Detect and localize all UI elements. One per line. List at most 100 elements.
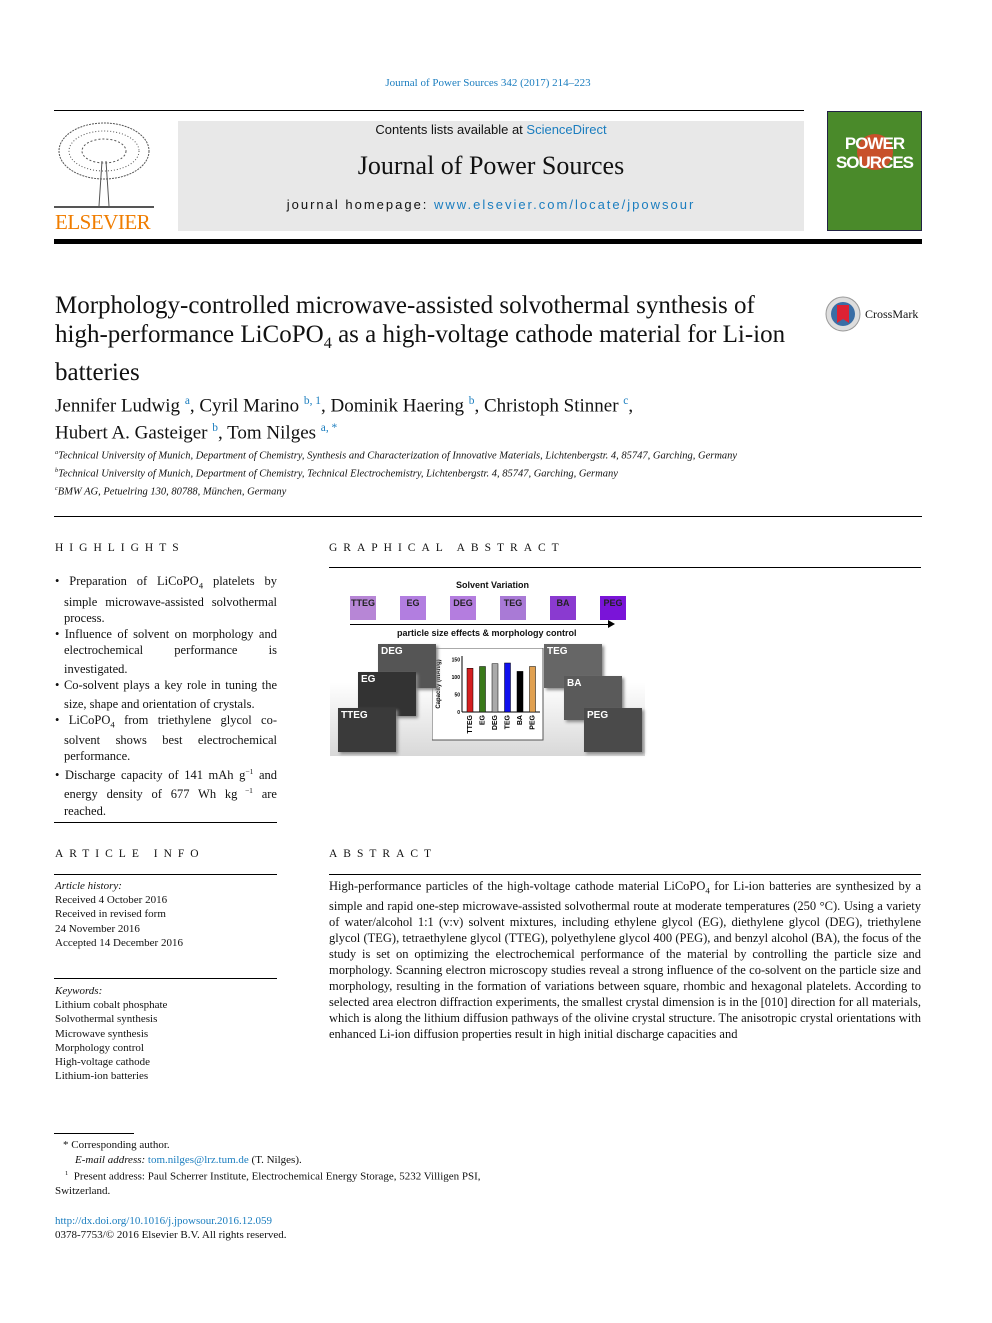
x-tick-label: TTEG xyxy=(467,714,474,733)
solvent-swatch-teg: TEG xyxy=(500,596,526,620)
author-affiliation-mark[interactable]: b xyxy=(212,422,218,434)
bar-teg xyxy=(504,662,511,713)
article-history: Article history: Received 4 October 2016 R… xyxy=(55,879,277,950)
bar-ba xyxy=(516,671,524,713)
divider xyxy=(54,1133,134,1134)
bar-eg xyxy=(479,666,486,713)
divider xyxy=(54,978,277,979)
highlight-item: Preparation of LiCoPO4 platelets by simp… xyxy=(55,573,277,626)
affiliations: aTechnical University of Munich, Departm… xyxy=(55,446,795,499)
affiliation: aTechnical University of Munich, Departm… xyxy=(55,446,795,464)
solvent-swatch-ba: BA xyxy=(550,596,576,620)
journal-banner: Contents lists available at ScienceDirec… xyxy=(178,121,804,231)
affiliation: cBMW AG, Petuelring 130, 80788, München,… xyxy=(55,482,795,500)
highlights-heading: HIGHLIGHTS xyxy=(55,542,185,554)
footnotes: * Corresponding author. E-mail address: … xyxy=(55,1138,485,1243)
journal-ref-link[interactable]: Journal of Power Sources 342 (2017) 214–… xyxy=(385,77,590,89)
sem-image-peg: PEG xyxy=(584,708,642,752)
bar-deg xyxy=(491,663,499,713)
keyword: Morphology control xyxy=(55,1041,144,1054)
solvent-swatch-tteg: TTEG xyxy=(350,596,376,620)
author[interactable]: Jennifer Ludwig xyxy=(55,395,180,416)
x-tick-label: TEG xyxy=(505,714,512,729)
journal-reference[interactable]: Journal of Power Sources 342 (2017) 214–… xyxy=(0,77,976,89)
highlight-item: LiCoPO4 from triethylene glycol co-solve… xyxy=(55,712,277,765)
divider xyxy=(54,874,277,875)
y-tick-label: 100 xyxy=(452,675,461,681)
solvent-variation-label: Solvent Variation xyxy=(455,580,530,590)
corresponding-note: Corresponding author. xyxy=(71,1139,170,1151)
history-label: Article history: xyxy=(55,880,122,892)
y-tick-label: 150 xyxy=(452,658,461,664)
x-tick-label: EG xyxy=(480,714,487,725)
crossmark-button[interactable]: CrossMark xyxy=(825,296,918,332)
article-title: Morphology-controlled microwave-assisted… xyxy=(55,292,786,386)
affiliation: bTechnical University of Munich, Departm… xyxy=(55,464,795,482)
highlight-item: Co-solvent plays a key role in tuning th… xyxy=(55,677,277,712)
graphical-abstract-image: Solvent Variation particle size effects … xyxy=(330,572,645,756)
arrow-label: particle size effects & morphology contr… xyxy=(397,628,577,638)
x-tick-label: DEG xyxy=(492,714,499,730)
contents-label: Contents lists available at xyxy=(375,122,527,137)
keywords-label: Keywords: xyxy=(55,985,103,997)
author[interactable]: Tom Nilges xyxy=(227,423,316,444)
solvent-swatch-eg: EG xyxy=(400,596,426,620)
keyword: Microwave synthesis xyxy=(55,1027,149,1040)
history-entry: 24 November 2016 xyxy=(55,922,140,935)
author[interactable]: Hubert A. Gasteiger xyxy=(55,423,207,444)
bar-peg xyxy=(529,666,536,713)
keyword: High-voltage cathode xyxy=(55,1056,150,1069)
elsevier-logo: ELSEVIER xyxy=(54,121,154,234)
author-list: Jennifer Ludwig a, Cyril Marino b, 1, Do… xyxy=(55,395,634,444)
divider xyxy=(54,239,922,244)
author[interactable]: Dominik Haering xyxy=(330,395,464,416)
journal-cover[interactable]: POWER SOURCES xyxy=(827,111,922,231)
x-tick-label: BA xyxy=(517,715,524,725)
highlight-item: Discharge capacity of 141 mAh g−1 and en… xyxy=(55,764,277,818)
homepage-label: journal homepage: xyxy=(286,197,435,212)
abstract-heading: ABSTRACT xyxy=(329,848,438,860)
email-link[interactable]: tom.nilges@lrz.tum.de xyxy=(148,1154,249,1166)
x-tick-label: PEG xyxy=(530,714,537,729)
divider xyxy=(329,567,921,568)
divider xyxy=(54,516,922,517)
keywords: Keywords: Lithium cobalt phosphate Solvoth… xyxy=(55,984,277,1083)
affiliation-text: Technical University of Munich, Departme… xyxy=(58,468,618,480)
author-affiliation-mark[interactable]: a xyxy=(185,395,190,407)
author-affiliation-mark[interactable]: a, * xyxy=(321,422,337,434)
affiliation-text: Technical University of Munich, Departme… xyxy=(58,450,738,462)
y-tick-label: 0 xyxy=(457,710,460,716)
highlights-list: Preparation of LiCoPO4 platelets by simp… xyxy=(55,573,277,819)
sciencedirect-link[interactable]: ScienceDirect xyxy=(526,122,606,137)
divider xyxy=(329,874,921,875)
author-affiliation-mark[interactable]: b xyxy=(469,395,475,407)
solvent-swatch-deg: DEG xyxy=(450,596,476,620)
author[interactable]: Christoph Stinner xyxy=(484,395,619,416)
author-affiliation-mark[interactable]: c xyxy=(623,395,628,407)
keyword: Solvothermal synthesis xyxy=(55,1013,158,1026)
history-entry: Received in revised form xyxy=(55,908,166,921)
author[interactable]: Cyril Marino xyxy=(199,395,299,416)
publisher-name: ELSEVIER xyxy=(55,210,151,234)
sem-image-tteg: TTEG xyxy=(338,708,396,752)
capacity-bar-chart: 0 50 100 150 Capacity (mAh/g) TTEG EG DEG TEG BA P… xyxy=(432,648,544,741)
divider xyxy=(54,110,804,111)
journal-title: Journal of Power Sources xyxy=(357,151,625,180)
copyright: 0378-7753/© 2016 Elsevier B.V. All right… xyxy=(55,1229,287,1242)
affiliation-text: BMW AG, Petuelring 130, 80788, München, … xyxy=(57,486,287,498)
crossmark-label: CrossMark xyxy=(865,306,919,321)
author-affiliation-mark[interactable]: b, 1 xyxy=(304,395,321,407)
homepage-link[interactable]: www.elsevier.com/locate/jpowsour xyxy=(434,197,695,212)
history-entry: Received 4 October 2016 xyxy=(55,894,168,907)
keyword: Lithium-ion batteries xyxy=(55,1070,149,1083)
cover-title: POWER SOURCES xyxy=(835,134,914,172)
doi-link[interactable]: http://dx.doi.org/10.1016/j.jpowsour.201… xyxy=(55,1215,272,1227)
bar-tteg xyxy=(466,668,474,713)
y-tick-label: 50 xyxy=(454,693,460,699)
y-axis-label: Capacity (mAh/g) xyxy=(436,659,442,708)
crossmark-icon xyxy=(825,296,861,332)
abstract-text: High-performance particles of the high-v… xyxy=(329,879,921,1041)
article-info-heading: ARTICLE INFO xyxy=(55,848,205,860)
arrow-head-icon xyxy=(608,620,615,628)
keyword: Lithium cobalt phosphate xyxy=(55,999,168,1012)
